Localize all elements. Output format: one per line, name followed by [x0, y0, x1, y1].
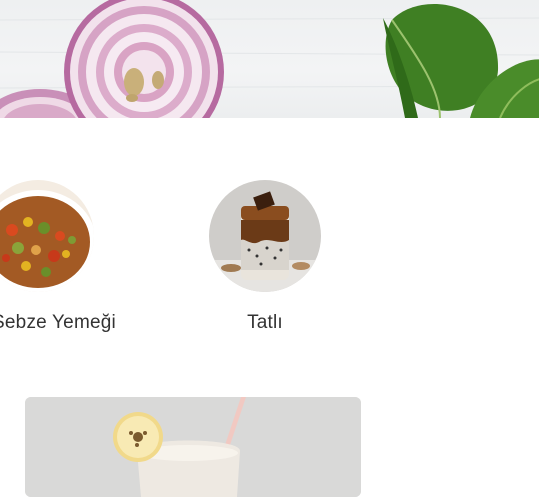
banana-smoothie-image — [25, 397, 361, 497]
banana-smoothie-card[interactable] — [25, 397, 361, 497]
category-sebze-yemegi[interactable]: Sebze Yemeği — [0, 180, 124, 334]
category-label: Sebze Yemeği — [0, 312, 116, 333]
hero-banner — [0, 0, 539, 118]
vegetable-stew-image — [0, 180, 94, 292]
category-tatli[interactable]: Tatlı — [195, 180, 335, 334]
dessert-jar-image — [209, 180, 321, 292]
category-label: Tatlı — [247, 312, 283, 333]
onion-spinach-image — [0, 0, 539, 118]
